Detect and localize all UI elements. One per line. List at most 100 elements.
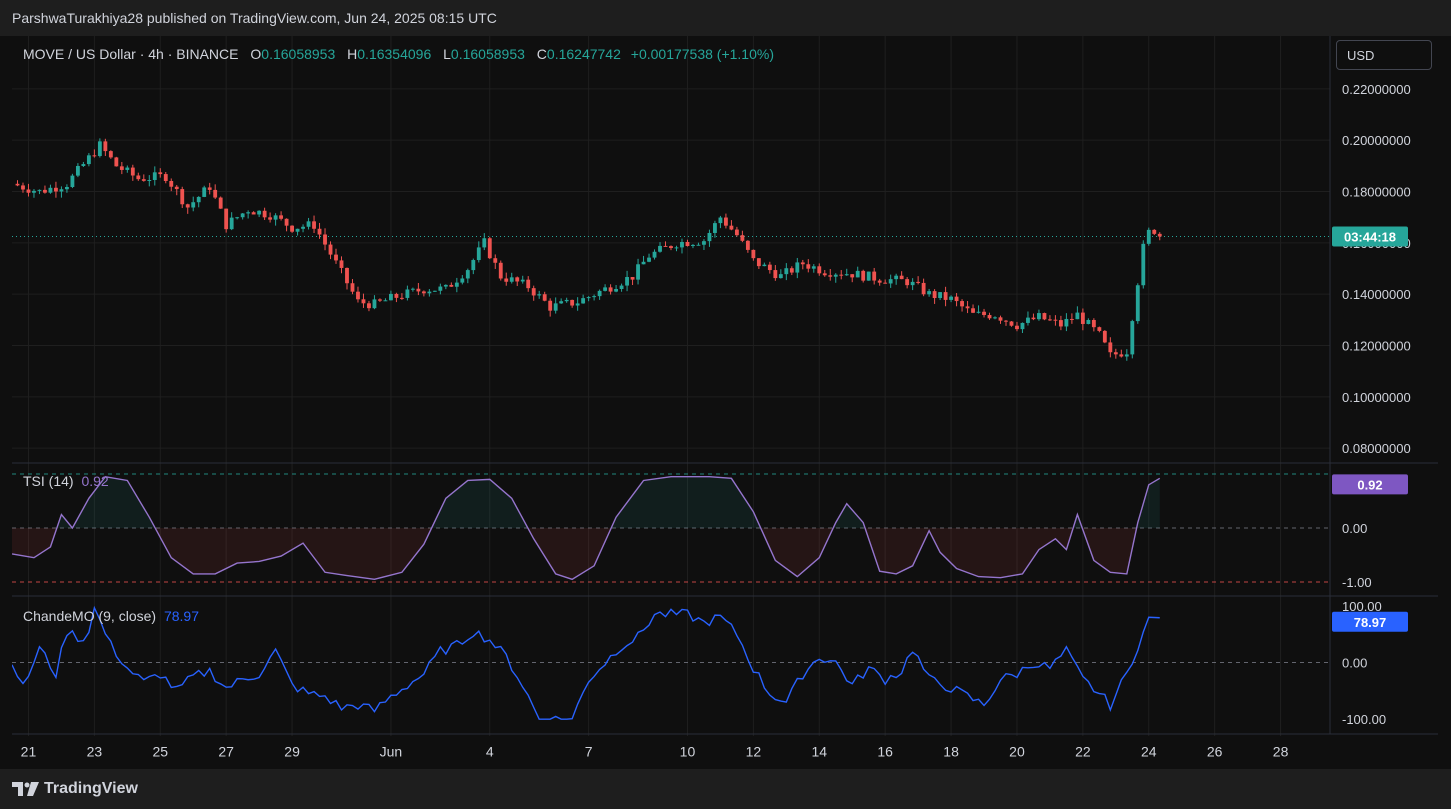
candle-body [960,301,964,307]
candle-body [1031,317,1036,320]
candle-body [839,274,844,276]
tradingview-logo-icon [12,782,39,796]
candle-body [745,240,750,250]
candle-body [367,303,371,309]
candle-body [185,204,190,208]
candle-body [938,292,943,299]
candle-body [136,175,141,180]
candle-body [493,258,498,263]
x-tick-label: 20 [1009,744,1025,760]
candle-body [361,299,366,304]
candle-body [751,249,756,259]
candle-body [1069,318,1074,320]
candle-body [246,212,251,214]
x-tick-label: 14 [811,744,827,760]
chande-tick-label: 100.00 [1342,599,1382,614]
candle-body [921,282,926,295]
candle-body [965,306,970,309]
publisher-text: ParshwaTurakhiya28 published on TradingV… [12,10,497,26]
candle-body [592,296,597,298]
candle-body [855,270,860,278]
candle-body [26,189,31,193]
candle-body [949,296,953,300]
tsi-tick-label: 0.00 [1342,521,1367,536]
candle-body [399,297,404,299]
candle-body [734,229,739,236]
candle-body [383,300,388,302]
candle-body [877,280,882,283]
candle-body [81,164,86,166]
candle-body [180,189,185,205]
candle-body [1108,342,1113,353]
candle-body [427,291,432,294]
brand-name: TradingView [44,780,138,797]
candle-body [597,290,602,297]
candle-body [691,244,695,247]
chande-legend: ChandeMO (9, close) 78.97 [23,608,199,624]
candle-body [339,260,344,268]
candle-body [1053,319,1058,321]
candle-body [421,291,426,294]
axes: 21 23 25 27 29 Jun 4 7 10 12 14 16 18 20 22 24 26 28 0.080… [21,82,1411,760]
candle-body [43,189,47,193]
x-tick-label: 16 [877,744,893,760]
candle-body [471,260,476,271]
candle-body [1146,229,1151,244]
candle-body [141,179,146,181]
candle-body [564,299,569,302]
candle-body [295,228,300,232]
candle-body [224,208,229,230]
candle-body [356,291,360,300]
candle-body [350,283,355,292]
candle-body [844,274,849,276]
candle-body [75,165,80,176]
candle-body [279,215,284,219]
y-tick-label: 0.10000000 [1342,390,1411,405]
candle-body [520,279,525,282]
candle-body [1075,312,1080,320]
candle-body [806,264,811,269]
candle-body [778,274,783,279]
candle-body [1130,321,1135,355]
candle-body [927,291,932,295]
chande-series [12,605,1160,720]
candle-body [663,245,668,247]
tsi-tick-label: -1.00 [1342,575,1372,590]
candle-body [971,308,975,313]
candle-body [70,175,75,187]
candle-body [465,270,470,279]
candle-body [504,278,509,282]
candle-body [943,292,948,300]
candle-body [833,274,838,277]
candle-body [1064,318,1069,327]
candle-body [235,217,240,219]
candle-body [586,297,591,299]
tsi-badge-text: 0.92 [1357,477,1382,492]
chart-frame[interactable]: 21 23 25 27 29 Jun 4 7 10 12 14 16 18 20 22 24 26 28 0.080… [12,36,1438,769]
candle-body [163,174,168,181]
candle-body [191,202,196,208]
candle-body [262,210,267,218]
candle-body [130,167,135,176]
chart-canvas[interactable]: 21 23 25 27 29 Jun 4 7 10 12 14 16 18 20 22 24 26 28 0.080… [12,36,1438,769]
candle-body [581,298,586,304]
candle-body [537,294,542,296]
candle-body [669,246,673,249]
candle-body [1004,320,1008,322]
candle-body [174,186,179,190]
candle-body [229,217,234,230]
candle-body [317,228,322,235]
candle-body [899,275,904,280]
candle-body [476,247,481,261]
candle-body [987,315,992,319]
currency-button[interactable]: USD [1336,40,1432,70]
x-tick-label: 10 [680,744,696,760]
candle-body [800,262,805,265]
candle-body [789,268,794,273]
x-tick-label: 27 [218,744,234,760]
x-tick-label: 7 [585,744,593,760]
candle-body [268,217,273,220]
candle-body [636,264,640,280]
candle-body [119,166,124,170]
candle-body [37,189,42,191]
